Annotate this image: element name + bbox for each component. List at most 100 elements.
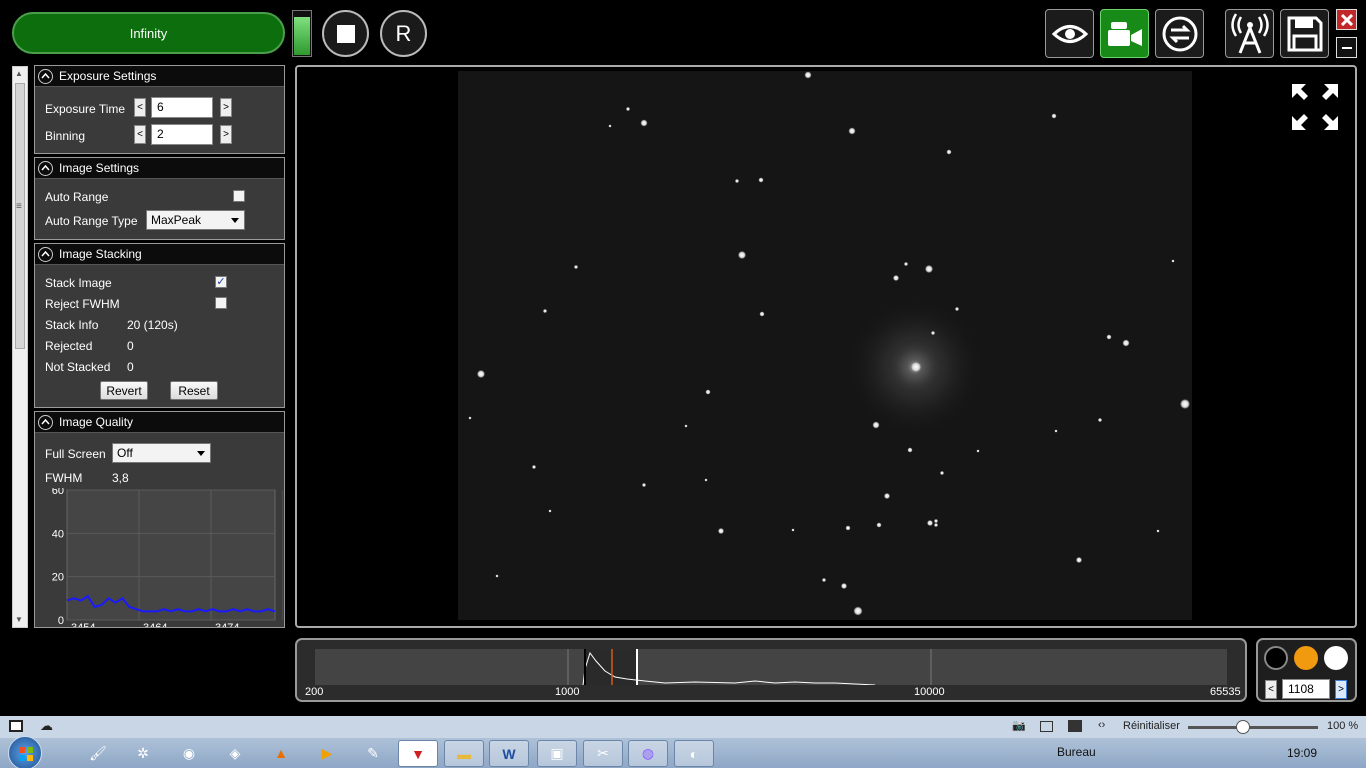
reject-fwhm-checkbox[interactable] [215, 297, 227, 309]
vlc-icon[interactable]: ▲ [268, 741, 294, 765]
chart-y-tick-label: 60 [52, 488, 64, 497]
eye-icon [1051, 24, 1088, 43]
histogram-label-min: 200 [305, 686, 324, 698]
zoom-slider-knob[interactable] [1235, 720, 1250, 734]
exposure-settings-header[interactable]: Exposure Settings [35, 66, 284, 87]
word-icon: W [502, 745, 516, 762]
histogram-chart[interactable] [315, 649, 1227, 685]
maps-icon[interactable]: ◈ [222, 741, 248, 765]
exposure-time-increase[interactable]: > [220, 98, 232, 117]
fwhm-value: 3,8 [112, 471, 129, 485]
reset-zoom-label[interactable]: Réinitialiser [1123, 720, 1180, 732]
channel-value-increase[interactable]: > [1335, 680, 1347, 699]
collapse-chevron-icon[interactable] [38, 68, 53, 84]
auto-range-type-select[interactable]: MaxPeak [146, 210, 245, 230]
folder-icon: ▬ [457, 745, 471, 762]
close-button[interactable] [1336, 9, 1357, 30]
camera-app-taskbar-button[interactable]: ◐ [674, 740, 714, 767]
snip-taskbar-button[interactable]: ✂ [583, 740, 623, 767]
cloud-icon[interactable]: ☁ [40, 718, 53, 734]
wireless-button[interactable] [1225, 9, 1274, 58]
stop-button[interactable] [322, 10, 369, 57]
white-channel-button[interactable] [1324, 646, 1348, 670]
star-field-image[interactable] [458, 71, 1192, 620]
start-button[interactable] [8, 736, 42, 768]
vivaldi-taskbar-button[interactable]: ▼ [398, 740, 438, 767]
collapse-chevron-icon[interactable] [38, 414, 53, 430]
reset-button[interactable]: Reset [170, 381, 218, 400]
stack-image-checkbox[interactable]: ✓ [215, 276, 227, 288]
image-stacking-panel: Image Stacking Stack Image ✓ Reject FWHM… [34, 243, 285, 408]
image-settings-title: Image Settings [59, 161, 140, 175]
zoom-slider[interactable] [1188, 720, 1318, 734]
preview-button[interactable] [1045, 9, 1094, 58]
window-icon[interactable] [9, 720, 23, 732]
chevron-down-icon [197, 451, 205, 456]
capture-icon: ▣ [550, 745, 564, 761]
picture-icon[interactable] [1068, 720, 1082, 732]
grip-icon: ≡ [16, 201, 22, 212]
binning-decrease[interactable]: < [134, 125, 146, 144]
chart-plot-area [66, 489, 276, 621]
loop-button[interactable] [1155, 9, 1204, 58]
gain-level-fill [294, 16, 310, 55]
auto-range-type-value: MaxPeak [151, 213, 202, 227]
orange-channel-button[interactable] [1294, 646, 1318, 670]
explorer-taskbar-button[interactable]: ▬ [444, 740, 484, 767]
collapse-chevron-icon[interactable] [38, 246, 53, 262]
editor-icon[interactable]: ✎ [360, 741, 386, 765]
stop-icon [336, 24, 355, 43]
image-settings-header[interactable]: Image Settings [35, 158, 284, 179]
image-quality-panel: Image Quality Full Screen Off FWHM 3,8 6… [34, 411, 285, 628]
zoom-value: 100 % [1327, 720, 1359, 732]
binning-increase[interactable]: > [220, 125, 232, 144]
histogram-label-10000: 10000 [914, 686, 945, 698]
scroll-down-icon[interactable]: ▼ [15, 615, 23, 624]
exposure-time-label: Exposure Time [45, 102, 126, 116]
scroll-up-icon[interactable]: ▲ [15, 69, 23, 78]
settings-icon[interactable]: ✲ [130, 741, 156, 765]
fit-to-screen-icon[interactable] [1290, 82, 1340, 132]
gain-level-bar [292, 10, 312, 57]
chart-x-tick-label: 3464 [143, 622, 167, 628]
camera-icon[interactable]: 📷 [1012, 719, 1026, 732]
capture-taskbar-button[interactable]: ▣ [537, 740, 577, 767]
word-taskbar-button[interactable]: W [489, 740, 529, 767]
connect-button[interactable]: Infinity [12, 12, 285, 54]
histogram-label-max: 65535 [1210, 686, 1241, 698]
auto-range-type-label: Auto Range Type [45, 214, 138, 228]
collapse-chevron-icon[interactable] [38, 160, 53, 176]
full-screen-value: Off [117, 446, 133, 460]
minimize-button[interactable] [1336, 37, 1357, 58]
binning-label: Binning [45, 129, 86, 143]
image-quality-title: Image Quality [59, 415, 134, 429]
save-button[interactable] [1280, 9, 1329, 58]
black-channel-button[interactable] [1264, 646, 1288, 670]
desktop-toolbar-label[interactable]: Bureau [1057, 745, 1096, 759]
astro-taskbar-button[interactable]: ◍ [628, 740, 668, 767]
record-button[interactable] [1100, 9, 1149, 58]
scroll-thumb[interactable] [15, 83, 25, 349]
paint-icon[interactable]: 🖌 [85, 741, 111, 765]
binning-input[interactable]: 2 [151, 124, 213, 145]
image-stacking-header[interactable]: Image Stacking [35, 244, 284, 265]
image-quality-header[interactable]: Image Quality [35, 412, 284, 433]
stack-info-label: Stack Info [45, 318, 99, 332]
close-icon [1340, 13, 1353, 26]
code-icon[interactable]: ‹› [1098, 719, 1105, 731]
reset-round-button[interactable]: R [380, 10, 427, 57]
channel-value-decrease[interactable]: < [1265, 680, 1277, 699]
exposure-time-decrease[interactable]: < [134, 98, 146, 117]
screen-icon[interactable] [1040, 721, 1053, 732]
auto-range-checkbox[interactable] [233, 190, 245, 202]
left-panel-scrollbar[interactable]: ▲ ≡ ▼ [12, 66, 28, 628]
revert-button[interactable]: Revert [100, 381, 148, 400]
not-stacked-value: 0 [127, 360, 134, 374]
channel-value-input[interactable]: 1108 [1282, 679, 1330, 699]
full-screen-select[interactable]: Off [112, 443, 211, 463]
stack-info-value: 20 (120s) [127, 318, 178, 332]
exposure-time-input[interactable]: 6 [151, 97, 213, 118]
chrome-icon[interactable]: ◉ [176, 741, 202, 765]
clock[interactable]: 19:09 [1287, 746, 1317, 760]
media-player-icon[interactable]: ▶ [314, 741, 340, 765]
